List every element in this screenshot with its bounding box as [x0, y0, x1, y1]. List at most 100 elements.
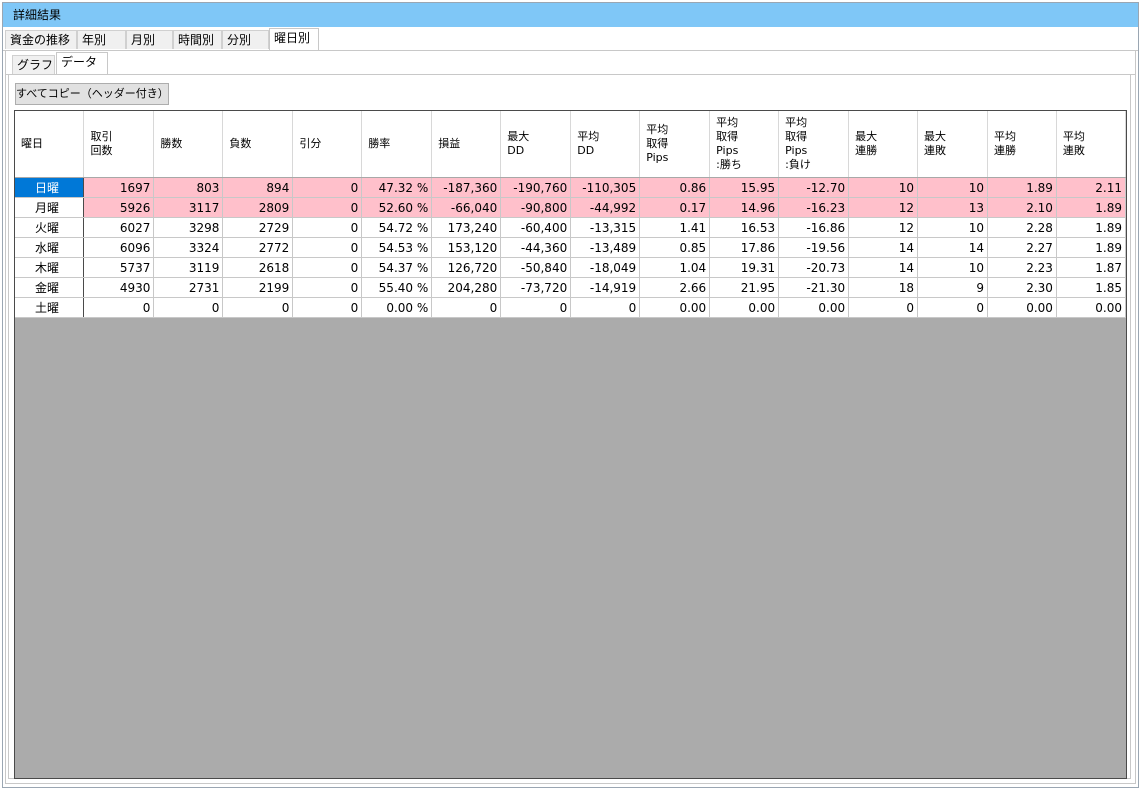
table-cell[interactable]: 52.60 %: [361, 197, 433, 218]
table-cell[interactable]: 1.87: [1056, 257, 1126, 278]
table-cell[interactable]: 1.89: [1056, 237, 1126, 258]
table-cell[interactable]: 0: [917, 297, 988, 318]
table-cell[interactable]: 2.27: [987, 237, 1057, 258]
table-cell[interactable]: 894: [222, 177, 294, 198]
tab-fund-transition[interactable]: 資金の推移: [5, 30, 77, 49]
table-cell[interactable]: 10: [917, 257, 988, 278]
table-cell[interactable]: -44,992: [570, 197, 641, 218]
table-cell[interactable]: 13: [917, 197, 988, 218]
table-cell[interactable]: 5737: [83, 257, 155, 278]
table-cell[interactable]: 4930: [83, 277, 155, 298]
column-header[interactable]: 引分: [292, 111, 363, 178]
tab-data[interactable]: データ: [56, 52, 108, 74]
column-header[interactable]: 平均 連勝: [987, 111, 1057, 178]
table-cell[interactable]: 126,720: [431, 257, 502, 278]
table-cell[interactable]: -21.30: [778, 277, 850, 298]
table-row[interactable]: 木曜 5737 3119 2618 0 54.37 % 126,720 -50,840 -18,…: [15, 257, 1126, 278]
weekday-data-grid[interactable]: 曜日 取引 回数 勝数 負数 引分 勝率 損益 最大 DD 平均 DD 平均 取…: [14, 110, 1127, 779]
table-cell[interactable]: 0: [500, 297, 572, 318]
table-cell[interactable]: 6096: [83, 237, 155, 258]
table-cell[interactable]: 0: [292, 237, 363, 258]
table-cell[interactable]: 1.41: [639, 217, 711, 238]
table-cell[interactable]: 21.95: [709, 277, 780, 298]
column-header[interactable]: 曜日: [15, 111, 85, 178]
table-cell[interactable]: -66,040: [431, 197, 502, 218]
table-cell[interactable]: 16.53: [709, 217, 780, 238]
table-cell[interactable]: -13,489: [570, 237, 641, 258]
table-cell[interactable]: 0: [292, 277, 363, 298]
row-header-cell[interactable]: 月曜: [15, 197, 85, 218]
table-cell[interactable]: 0: [83, 297, 155, 318]
table-cell[interactable]: 12: [848, 217, 919, 238]
table-cell[interactable]: 54.53 %: [361, 237, 433, 258]
table-cell[interactable]: 10: [917, 217, 988, 238]
table-cell[interactable]: -18,049: [570, 257, 641, 278]
tab-yearly[interactable]: 年別: [77, 30, 126, 49]
table-cell[interactable]: -187,360: [431, 177, 502, 198]
table-cell[interactable]: 0.86: [639, 177, 711, 198]
table-cell[interactable]: 5926: [83, 197, 155, 218]
column-header[interactable]: 負数: [222, 111, 294, 178]
table-cell[interactable]: 19.31: [709, 257, 780, 278]
table-cell[interactable]: 0: [570, 297, 641, 318]
table-cell[interactable]: 10: [917, 177, 988, 198]
table-cell[interactable]: 0.17: [639, 197, 711, 218]
table-cell[interactable]: -16.86: [778, 217, 850, 238]
table-cell[interactable]: 54.72 %: [361, 217, 433, 238]
row-header-cell[interactable]: 日曜: [15, 177, 85, 198]
table-cell[interactable]: -12.70: [778, 177, 850, 198]
table-cell[interactable]: 12: [848, 197, 919, 218]
table-cell[interactable]: 1.89: [1056, 217, 1126, 238]
column-header[interactable]: 取引 回数: [83, 111, 155, 178]
table-cell[interactable]: 0.00: [1056, 297, 1126, 318]
table-cell[interactable]: 18: [848, 277, 919, 298]
table-cell[interactable]: 14.96: [709, 197, 780, 218]
table-cell[interactable]: 173,240: [431, 217, 502, 238]
row-header-cell[interactable]: 火曜: [15, 217, 85, 238]
tab-graph[interactable]: グラフ: [12, 55, 55, 74]
table-cell[interactable]: -73,720: [500, 277, 572, 298]
table-cell[interactable]: 0: [153, 297, 224, 318]
table-cell[interactable]: 1.89: [1056, 197, 1126, 218]
table-cell[interactable]: 15.95: [709, 177, 780, 198]
table-cell[interactable]: 1697: [83, 177, 155, 198]
table-cell[interactable]: 2.28: [987, 217, 1057, 238]
table-cell[interactable]: 0: [292, 297, 363, 318]
table-cell[interactable]: -190,760: [500, 177, 572, 198]
row-header-cell[interactable]: 土曜: [15, 297, 85, 318]
table-cell[interactable]: 1.89: [987, 177, 1057, 198]
column-header[interactable]: 損益: [431, 111, 502, 178]
table-cell[interactable]: 1.85: [1056, 277, 1126, 298]
table-cell[interactable]: 54.37 %: [361, 257, 433, 278]
table-cell[interactable]: 0: [292, 217, 363, 238]
table-cell[interactable]: 0: [848, 297, 919, 318]
table-cell[interactable]: 0.00: [639, 297, 711, 318]
table-cell[interactable]: 2.30: [987, 277, 1057, 298]
table-row[interactable]: 水曜 6096 3324 2772 0 54.53 % 153,120 -44,360 -13,…: [15, 237, 1126, 258]
table-cell[interactable]: -60,400: [500, 217, 572, 238]
table-cell[interactable]: 204,280: [431, 277, 502, 298]
tab-hourly[interactable]: 時間別: [173, 30, 222, 49]
table-cell[interactable]: -16.23: [778, 197, 850, 218]
table-cell[interactable]: 0: [292, 257, 363, 278]
table-cell[interactable]: 2772: [222, 237, 294, 258]
table-row[interactable]: 日曜 1697 803 894 0 47.32 % -187,360 -190,760 -110…: [15, 177, 1126, 198]
table-cell[interactable]: 2618: [222, 257, 294, 278]
table-cell[interactable]: 3324: [153, 237, 224, 258]
row-header-cell[interactable]: 金曜: [15, 277, 85, 298]
table-cell[interactable]: 9: [917, 277, 988, 298]
table-row[interactable]: 火曜 6027 3298 2729 0 54.72 % 173,240 -60,400 -13,…: [15, 217, 1126, 238]
table-cell[interactable]: 2729: [222, 217, 294, 238]
table-cell[interactable]: 0: [431, 297, 502, 318]
table-row[interactable]: 土曜 0 0 0 0 0.00 % 0 0 0 0.00 0.00 0.00 0 0 0.00 0.00: [15, 297, 1126, 318]
table-cell[interactable]: -14,919: [570, 277, 641, 298]
table-cell[interactable]: -44,360: [500, 237, 572, 258]
table-cell[interactable]: 10: [848, 177, 919, 198]
column-header[interactable]: 平均 取得 Pips :勝ち: [709, 111, 780, 178]
column-header[interactable]: 平均 取得 Pips: [639, 111, 711, 178]
row-header-cell[interactable]: 水曜: [15, 237, 85, 258]
table-cell[interactable]: -110,305: [570, 177, 641, 198]
column-header[interactable]: 平均 取得 Pips :負け: [778, 111, 850, 178]
table-cell[interactable]: 0: [292, 177, 363, 198]
table-cell[interactable]: 3298: [153, 217, 224, 238]
